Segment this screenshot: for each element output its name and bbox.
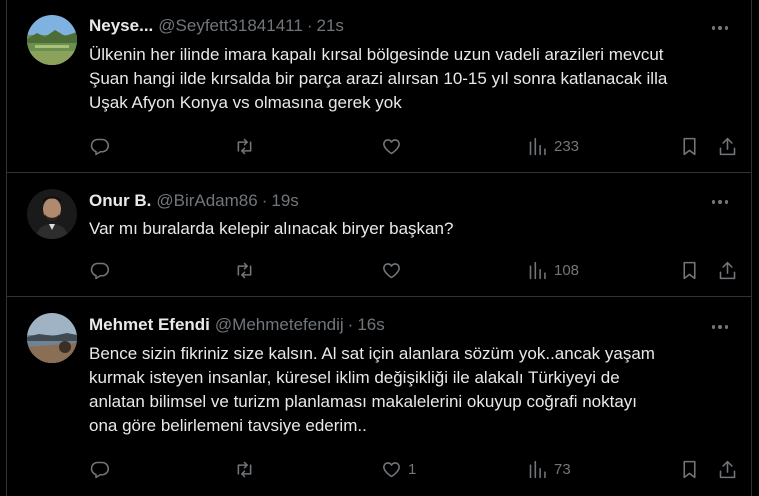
bookmark-icon xyxy=(683,460,696,478)
tweet-actions: 233 xyxy=(7,134,751,158)
tweet-text-line: Ülkenin her ilinde imara kapalı kırsal b… xyxy=(89,45,664,64)
tweet-text-line: Bence sizin fikriniz size kalsın. Al sat… xyxy=(89,344,655,363)
separator-dot: · xyxy=(261,191,268,210)
tweet-text-line: Var mı buralarda kelepir alınacak biryer… xyxy=(89,219,454,238)
bookmark-button[interactable] xyxy=(679,134,700,158)
share-button[interactable] xyxy=(717,258,738,282)
view-count: 73 xyxy=(554,460,571,478)
view-count: 233 xyxy=(554,137,580,155)
views-button[interactable]: 108 xyxy=(527,258,579,282)
views-chart-icon xyxy=(529,261,546,279)
views-chart-icon xyxy=(529,460,546,478)
more-options-icon[interactable] xyxy=(709,317,731,337)
display-name[interactable]: Onur B. xyxy=(89,191,151,211)
share-icon xyxy=(719,137,736,155)
like-count: 1 xyxy=(408,460,417,478)
display-name[interactable]: Neyse... xyxy=(89,16,153,36)
user-handle[interactable]: @Seyfett31841411 xyxy=(158,16,303,36)
reply-icon xyxy=(90,461,110,478)
tweet-text: Bence sizin fikriniz size kalsın. Al sat… xyxy=(89,342,739,438)
retweet-button[interactable] xyxy=(234,258,261,282)
tweet-text-line: anlatan bilimsel ve turizm planlaması ma… xyxy=(89,392,638,411)
user-handle[interactable]: @BirAdam86 xyxy=(156,191,257,211)
reply-icon xyxy=(90,138,110,155)
retweet-icon xyxy=(237,461,252,477)
like-button[interactable] xyxy=(381,134,408,158)
views-button[interactable]: 233 xyxy=(527,134,579,158)
view-count: 108 xyxy=(554,261,580,279)
tweet-actions: 1 73 xyxy=(7,457,751,481)
heart-icon xyxy=(383,262,400,278)
avatar[interactable] xyxy=(27,189,77,239)
tweet[interactable]: Neyse... @Seyfett31841411 · 21s Ülkenin … xyxy=(7,0,751,173)
tweet-text-line: Şuan hangi ilde kırsalda bir parça arazi… xyxy=(89,69,668,88)
tweet-header: Mehmet Efendi @Mehmetefendij · 16s xyxy=(89,315,385,335)
reply-button[interactable] xyxy=(89,134,116,158)
share-icon xyxy=(719,460,736,478)
share-button[interactable] xyxy=(717,134,738,158)
timestamp[interactable]: 21s xyxy=(317,16,344,36)
tweet-text-line: kurmak isteyen insanlar, küresel iklim d… xyxy=(89,368,620,387)
bookmark-icon xyxy=(683,261,696,279)
timestamp[interactable]: 16s xyxy=(357,315,384,335)
views-button[interactable]: 73 xyxy=(527,457,571,481)
more-options-icon[interactable] xyxy=(709,18,731,38)
tweet-actions: 108 xyxy=(7,258,751,282)
avatar[interactable] xyxy=(27,313,77,363)
share-button[interactable] xyxy=(717,457,738,481)
retweet-icon xyxy=(237,138,252,154)
like-button[interactable]: 1 xyxy=(381,457,416,481)
bookmark-button[interactable] xyxy=(679,457,700,481)
heart-icon xyxy=(383,461,400,477)
reply-button[interactable] xyxy=(89,258,116,282)
timeline: Neyse... @Seyfett31841411 · 21s Ülkenin … xyxy=(6,0,752,496)
display-name[interactable]: Mehmet Efendi xyxy=(89,315,210,335)
tweet-text: Ülkenin her ilinde imara kapalı kırsal b… xyxy=(89,43,739,115)
retweet-icon xyxy=(237,262,252,278)
separator-dot: · xyxy=(347,315,354,334)
reply-icon xyxy=(90,262,110,279)
retweet-button[interactable] xyxy=(234,134,261,158)
tweet-header: Neyse... @Seyfett31841411 · 21s xyxy=(89,16,344,36)
tweet-text-line: Uşak Afyon Konya vs olmasına gerek yok xyxy=(89,93,402,112)
like-button[interactable] xyxy=(381,258,408,282)
timestamp[interactable]: 19s xyxy=(271,191,298,211)
views-chart-icon xyxy=(529,137,546,155)
heart-icon xyxy=(383,138,400,154)
separator-dot: · xyxy=(306,16,313,35)
more-options-icon[interactable] xyxy=(709,192,731,212)
tweet[interactable]: Mehmet Efendi @Mehmetefendij · 16s Bence… xyxy=(7,297,751,496)
tweet-text: Var mı buralarda kelepir alınacak biryer… xyxy=(89,217,739,241)
reply-button[interactable] xyxy=(89,457,116,481)
retweet-button[interactable] xyxy=(234,457,261,481)
user-handle[interactable]: @Mehmetefendij xyxy=(215,315,344,335)
tweet-text-line: ona göre belirlemeni tavsiye ederim.. xyxy=(89,416,367,435)
tweet-header: Onur B. @BirAdam86 · 19s xyxy=(89,191,299,211)
share-icon xyxy=(719,261,736,279)
bookmark-icon xyxy=(683,137,696,155)
avatar[interactable] xyxy=(27,15,77,65)
tweet[interactable]: Onur B. @BirAdam86 · 19s Var mı buralard… xyxy=(7,173,751,297)
bookmark-button[interactable] xyxy=(679,258,700,282)
